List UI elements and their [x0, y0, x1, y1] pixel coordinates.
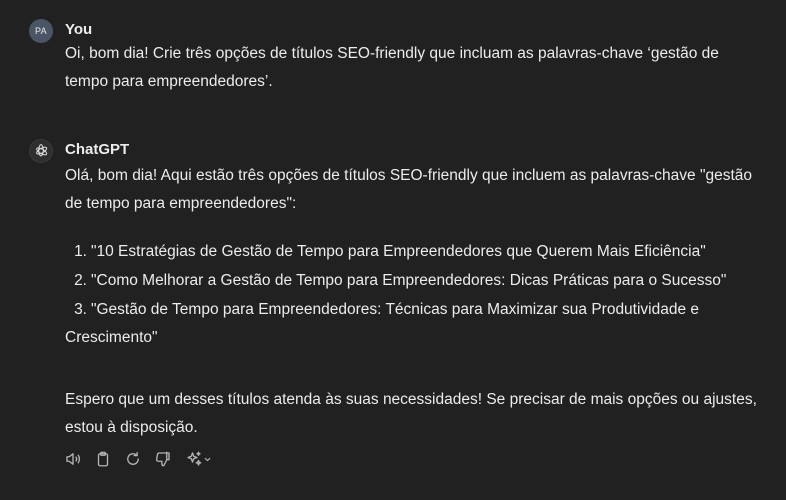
user-avatar-initials: PA [35, 26, 47, 36]
list-item-text: "Gestão de Tempo para Empreendedores: Té… [65, 301, 700, 346]
speaker-icon [66, 453, 81, 465]
read-aloud-button[interactable] [63, 449, 83, 469]
assistant-closing-text: Espero que um desses títulos atenda às s… [65, 391, 757, 436]
user-avatar: PA [29, 19, 53, 43]
chatgpt-avatar [29, 139, 53, 163]
list-item-number: 3. [74, 301, 87, 318]
list-item: 3. "Gestão de Tempo para Empreendedores: … [65, 296, 765, 352]
list-item-text: "10 Estratégias de Gestão de Tempo para … [91, 243, 706, 260]
regenerate-button[interactable] [123, 449, 143, 469]
sparkle-model-icon [186, 451, 201, 466]
user-message-body: Oi, bom dia! Crie três opções de títulos… [65, 45, 719, 90]
assistant-closing: Espero que um desses títulos atenda às s… [65, 386, 765, 442]
chevron-down-icon [204, 457, 210, 461]
list-item-number: 2. [74, 272, 87, 289]
user-message-text: Oi, bom dia! Crie três opções de títulos… [65, 40, 765, 96]
user-author-name: You [65, 21, 93, 38]
regenerate-icon [127, 451, 139, 465]
message-actions-toolbar [63, 449, 213, 469]
openai-logo-icon [36, 144, 48, 157]
bad-response-button[interactable] [153, 449, 173, 469]
change-model-button[interactable] [183, 449, 213, 469]
list-item: 1. "10 Estratégias de Gestão de Tempo par… [65, 238, 765, 266]
assistant-author-name: ChatGPT [65, 141, 130, 158]
clipboard-icon [97, 451, 109, 467]
list-item-number: 1. [74, 243, 87, 260]
assistant-intro-text: Olá, bom dia! Aqui estão três opções de … [65, 167, 753, 212]
assistant-intro: Olá, bom dia! Aqui estão três opções de … [65, 162, 765, 218]
thumbs-down-icon [155, 451, 170, 467]
copy-button[interactable] [93, 449, 113, 469]
title-options-list: 1. "10 Estratégias de Gestão de Tempo par… [65, 238, 765, 353]
list-item: 2. "Como Melhorar a Gestão de Tempo para … [65, 267, 765, 295]
list-item-text: "Como Melhorar a Gestão de Tempo para Em… [91, 272, 727, 289]
